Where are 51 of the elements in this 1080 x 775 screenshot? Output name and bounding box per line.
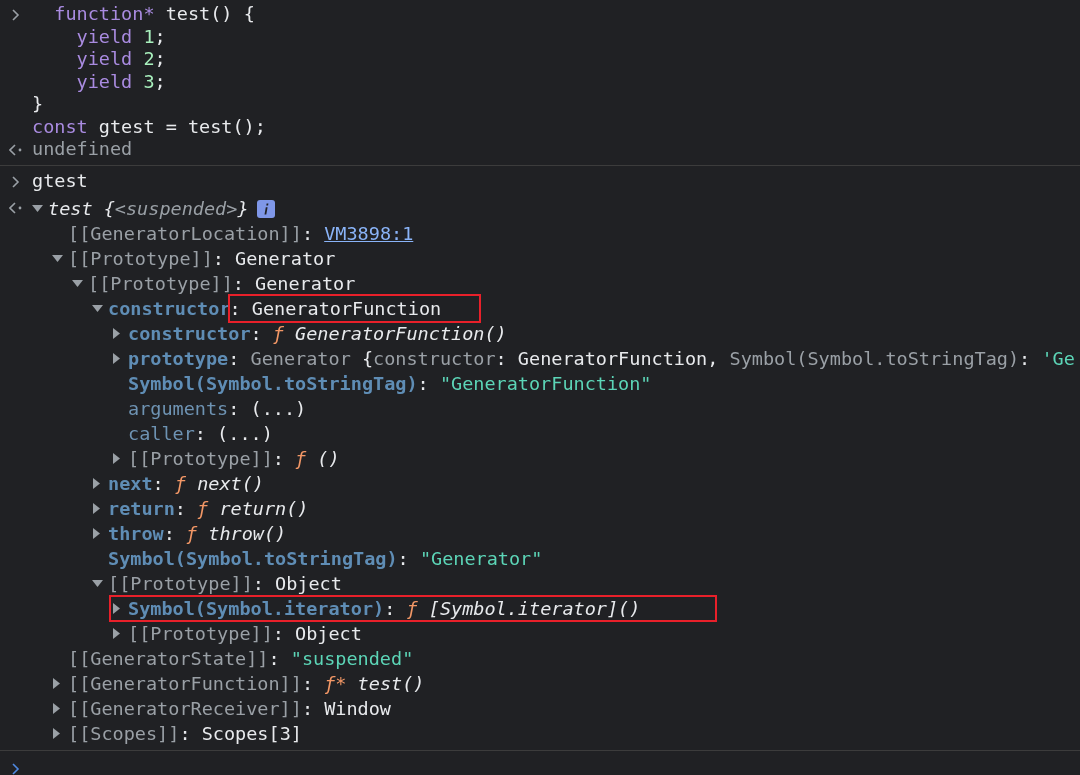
code-line: function* test() { [53, 3, 256, 26]
caret-right-icon[interactable] [52, 728, 61, 739]
return-arrow-icon [9, 202, 23, 214]
caret-right-icon[interactable] [92, 528, 101, 539]
property-text: [[GeneratorState]]: "suspended" [68, 648, 414, 669]
chevron-icon [11, 9, 21, 21]
property-text: Symbol(Symbol.toStringTag): "Generator" [108, 548, 543, 569]
property-text: next: ƒ next() [108, 473, 264, 494]
property-text: [[GeneratorLocation]]: VM3898:1 [68, 223, 414, 244]
caret-right-icon[interactable] [52, 703, 61, 714]
caret-right-icon[interactable] [112, 628, 121, 639]
caret-down-icon[interactable] [32, 204, 43, 213]
property-text: Symbol(Symbol.iterator): ƒ [Symbol.iterator]() [128, 598, 641, 619]
caret-down-icon[interactable] [92, 579, 103, 588]
property-text: prototype: Generator {constructor: GeneratorFunction, Symbol(Symbol.toStringTag): 'Ge [128, 348, 1075, 369]
result-text: undefined [32, 138, 134, 161]
code-line: gtest [32, 169, 89, 192]
return-arrow-icon [9, 144, 23, 156]
caret-right-icon[interactable] [112, 328, 121, 339]
property-text: [[Prototype]]: ƒ () [128, 448, 340, 469]
chevron-icon [11, 763, 21, 775]
property-text: caller: (...) [128, 423, 273, 444]
caret-down-icon[interactable] [52, 254, 63, 263]
caret-right-icon[interactable] [112, 453, 121, 464]
property-text: constructor: ƒ GeneratorFunction() [128, 323, 507, 344]
property-text: arguments: (...) [128, 398, 307, 419]
caret-right-icon[interactable] [52, 678, 61, 689]
property-text: [[GeneratorReceiver]]: Window [68, 698, 391, 719]
caret-down-icon[interactable] [92, 304, 103, 313]
property-text: [[Prototype]]: Generator [68, 248, 336, 269]
property-text: Symbol(Symbol.toStringTag): "GeneratorFunction" [128, 373, 652, 394]
caret-right-icon[interactable] [112, 353, 121, 364]
code-line: yield 1; [75, 25, 167, 48]
property-text: throw: ƒ throw() [108, 523, 287, 544]
code-line: yield 3; [75, 70, 167, 93]
chevron-icon [11, 175, 21, 188]
property-text: [[Prototype]]: Generator [88, 273, 356, 294]
caret-right-icon[interactable] [92, 478, 101, 489]
caret-right-icon[interactable] [112, 603, 121, 614]
property-text: [[Scopes]]: Scopes[3] [68, 723, 302, 744]
code-line: } [32, 93, 45, 116]
property-text: return: ƒ return() [108, 498, 309, 519]
caret-right-icon[interactable] [92, 503, 101, 514]
property-text: [[GeneratorFunction]]: ƒ* test() [68, 673, 425, 694]
caret-down-icon[interactable] [72, 279, 83, 288]
property-text: [[Prototype]]: Object [128, 623, 362, 644]
info-icon[interactable] [256, 199, 275, 218]
property-text: [[Prototype]]: Object [108, 573, 342, 594]
code-line: const gtest = test(); [32, 115, 267, 138]
property-text: test {<suspended>} [48, 198, 249, 219]
code-line: yield 2; [75, 48, 167, 71]
